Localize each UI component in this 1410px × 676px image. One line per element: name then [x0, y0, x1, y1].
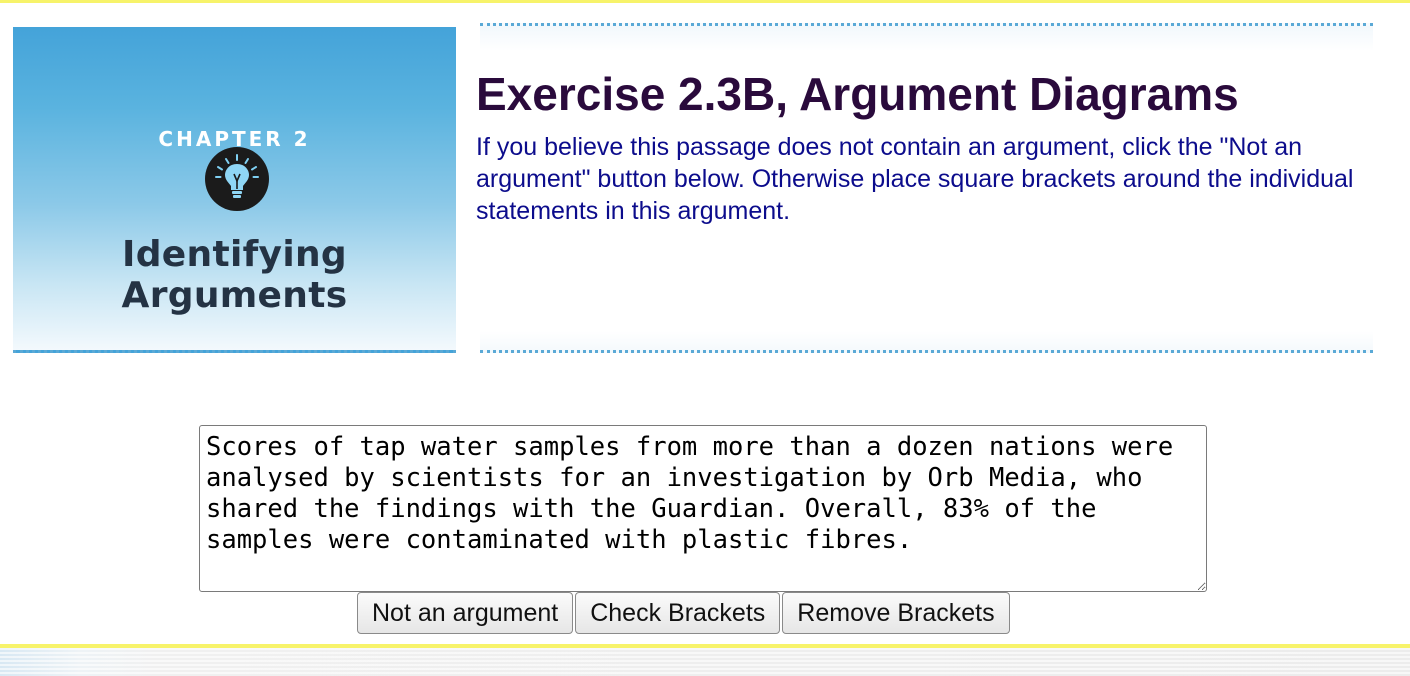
top-rule [0, 0, 1410, 3]
footer-band [0, 644, 1410, 676]
exercise-header-panel: Exercise 2.3B, Argument Diagrams If you … [476, 23, 1373, 353]
lightbulb-icon [205, 147, 269, 211]
passage-textarea[interactable]: Scores of tap water samples from more th… [199, 425, 1207, 592]
chapter-cover-image: CHAPTER 2 Identifying Arguments [13, 27, 456, 353]
chapter-title: Identifying Arguments [121, 234, 348, 316]
page-title: Exercise 2.3B, Argument Diagrams [476, 68, 1239, 120]
check-brackets-button[interactable]: Check Brackets [575, 592, 781, 634]
not-an-argument-button[interactable]: Not an argument [357, 592, 574, 634]
instructions-text: If you believe this passage does not con… [476, 133, 1354, 225]
action-buttons: Not an argument Check Brackets Remove Br… [357, 592, 1010, 634]
remove-brackets-button[interactable]: Remove Brackets [782, 592, 1010, 634]
